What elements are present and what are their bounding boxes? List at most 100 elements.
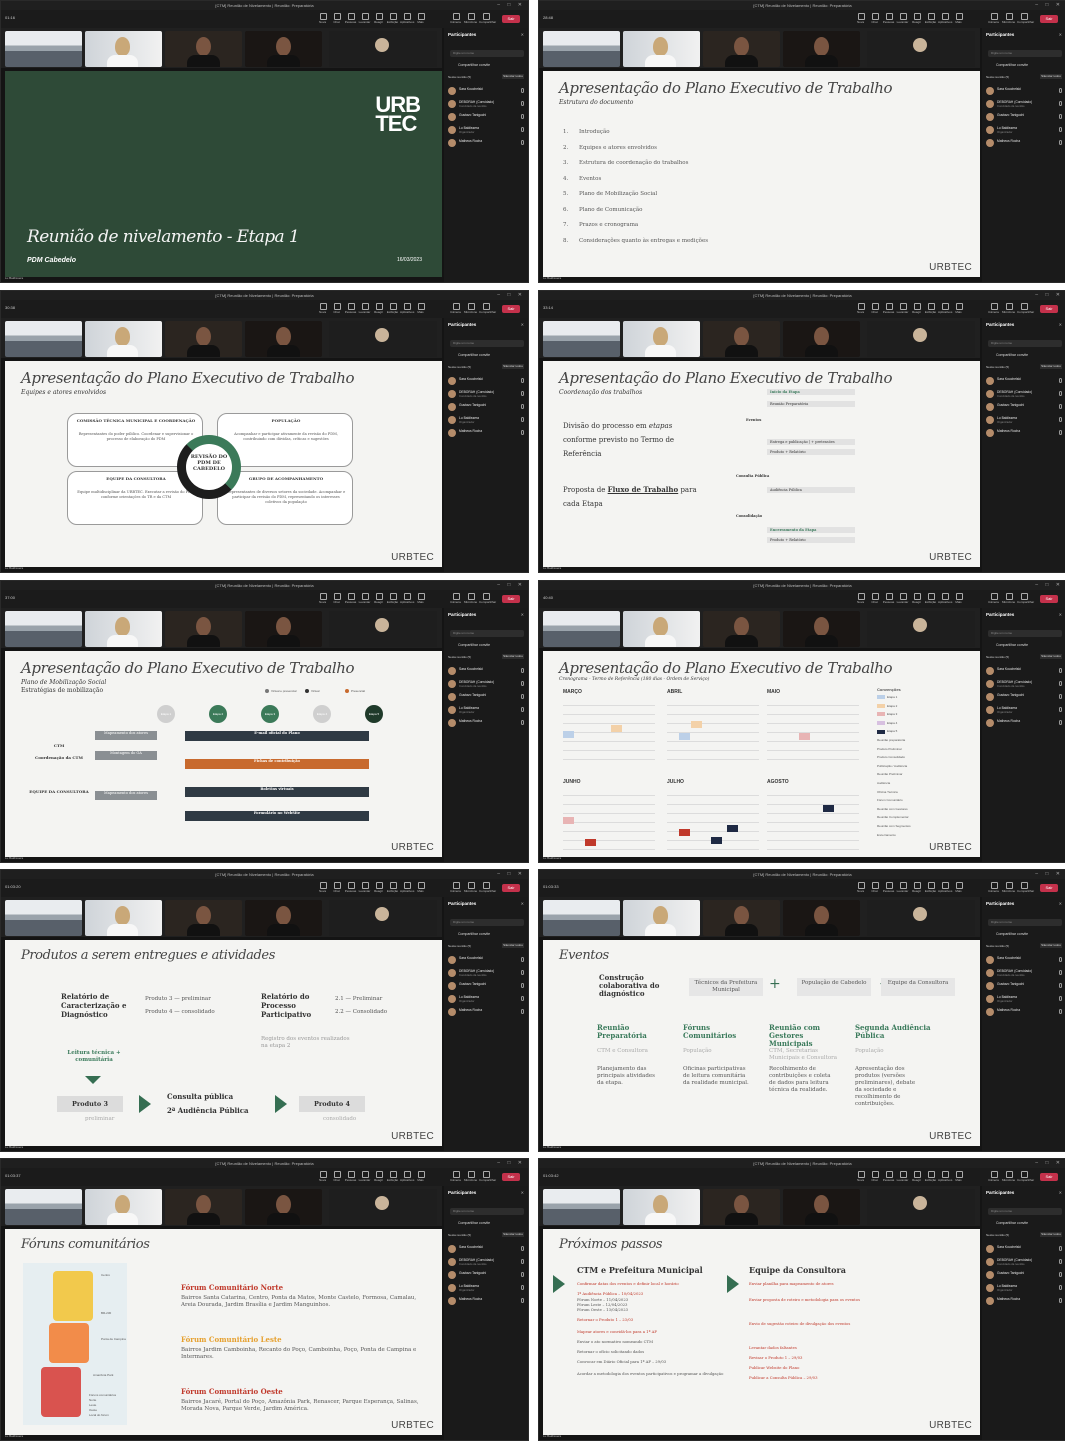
window-controls[interactable]: – □ ✕ bbox=[1035, 291, 1063, 300]
participant-row[interactable]: Gustavo Taniguchi bbox=[448, 692, 528, 703]
toolbar-button[interactable]: Câmera bbox=[987, 1170, 1000, 1184]
toolbar-button[interactable]: Câmera bbox=[449, 592, 462, 606]
toolbar-button[interactable]: Exibição bbox=[386, 1170, 399, 1184]
video-tile[interactable] bbox=[543, 321, 620, 357]
leave-button[interactable]: Sair bbox=[1040, 1173, 1058, 1181]
toolbar-button[interactable]: Compartilhar bbox=[1017, 302, 1034, 316]
mic-icon[interactable] bbox=[521, 983, 524, 988]
video-tile[interactable] bbox=[5, 900, 82, 936]
toolbar-button[interactable]: Pessoas bbox=[882, 1170, 895, 1184]
self-view-tile[interactable] bbox=[329, 1189, 437, 1225]
participant-row[interactable]: Matheus Rocha bbox=[986, 718, 1065, 729]
toolbar-button[interactable]: Mais bbox=[952, 881, 965, 895]
video-tile[interactable] bbox=[783, 900, 860, 936]
toolbar-button[interactable]: Aplicativos bbox=[938, 12, 952, 26]
mic-icon[interactable] bbox=[521, 668, 524, 673]
mic-icon[interactable] bbox=[1059, 1285, 1062, 1290]
participant-row[interactable]: Gustavo Taniguchi bbox=[986, 1270, 1065, 1281]
mic-icon[interactable] bbox=[521, 1298, 524, 1303]
toolbar-button[interactable]: Chat bbox=[330, 302, 343, 316]
toolbar-button[interactable]: Nova janela bbox=[854, 881, 867, 913]
mic-icon[interactable] bbox=[1059, 720, 1062, 725]
toolbar-button[interactable]: Exibição bbox=[386, 12, 399, 26]
search-input[interactable]: Digite um nome bbox=[450, 1208, 524, 1215]
participant-row[interactable]: Sara Kouchelski bbox=[986, 666, 1065, 677]
toolbar-button[interactable]: Nova janela bbox=[854, 12, 867, 44]
toolbar-button[interactable]: Reagir bbox=[372, 592, 385, 606]
mic-icon[interactable] bbox=[521, 88, 524, 93]
participant-row[interactable]: Lu Baldissera Organizador bbox=[448, 994, 528, 1005]
toolbar-button[interactable]: Levantar bbox=[896, 592, 909, 606]
participant-row[interactable]: Gustavo Taniguchi bbox=[448, 402, 528, 413]
toolbar-button[interactable]: Exibição bbox=[924, 1170, 937, 1184]
participant-row[interactable]: Sara Kouchelski bbox=[986, 376, 1065, 387]
participant-row[interactable]: Lu Baldissera Organizador bbox=[986, 705, 1065, 716]
toolbar-button[interactable]: Aplicativos bbox=[938, 592, 952, 606]
mic-icon[interactable] bbox=[521, 720, 524, 725]
video-tile[interactable] bbox=[623, 31, 700, 67]
participant-row[interactable]: DEBORAH (Convidado) Convidado da reunião bbox=[448, 968, 528, 979]
toolbar-button[interactable]: Câmera bbox=[449, 881, 462, 895]
toolbar-button[interactable]: Chat bbox=[868, 12, 881, 26]
window-controls[interactable]: – □ ✕ bbox=[497, 870, 525, 879]
video-tile[interactable] bbox=[5, 321, 82, 357]
video-tile[interactable] bbox=[543, 1189, 620, 1225]
close-icon[interactable]: ✕ bbox=[521, 901, 524, 906]
leave-button[interactable]: Sair bbox=[502, 884, 520, 892]
toolbar-button[interactable]: Mais bbox=[414, 881, 427, 895]
participant-row[interactable]: Gustavo Taniguchi bbox=[986, 402, 1065, 413]
share-invite-button[interactable]: Compartilhar convite bbox=[458, 643, 490, 647]
mic-icon[interactable] bbox=[1059, 996, 1062, 1001]
toolbar-button[interactable]: Compartilhar bbox=[1017, 592, 1034, 606]
video-tile[interactable] bbox=[165, 900, 242, 936]
toolbar-button[interactable]: Chat bbox=[330, 1170, 343, 1184]
mic-icon[interactable] bbox=[1059, 694, 1062, 699]
toolbar-button[interactable]: Nova janela bbox=[854, 1170, 867, 1202]
video-tile[interactable] bbox=[703, 611, 780, 647]
toolbar-button[interactable]: Exibição bbox=[386, 592, 399, 606]
toolbar-button[interactable]: Microfone bbox=[1002, 592, 1015, 606]
mic-icon[interactable] bbox=[1059, 430, 1062, 435]
close-icon[interactable]: ✕ bbox=[1059, 32, 1062, 37]
participant-row[interactable]: Lu Baldissera Organizador bbox=[986, 125, 1065, 136]
mic-icon[interactable] bbox=[1059, 983, 1062, 988]
participant-row[interactable]: Lu Baldissera Organizador bbox=[448, 125, 528, 136]
search-input[interactable]: Digite um nome bbox=[450, 919, 524, 926]
video-tile[interactable] bbox=[165, 31, 242, 67]
mic-icon[interactable] bbox=[521, 1285, 524, 1290]
participant-row[interactable]: DEBORAH (Convidado) Convidado da reunião bbox=[986, 679, 1065, 690]
window-controls[interactable]: – □ ✕ bbox=[1035, 1159, 1063, 1168]
self-view-tile[interactable] bbox=[329, 900, 437, 936]
video-tile[interactable] bbox=[245, 31, 322, 67]
participant-row[interactable]: Matheus Rocha bbox=[986, 138, 1065, 149]
mute-all-button[interactable]: Silenciar todos bbox=[502, 654, 524, 659]
toolbar-button[interactable]: Compartilhar bbox=[479, 592, 496, 606]
window-controls[interactable]: – □ ✕ bbox=[1035, 581, 1063, 590]
toolbar-button[interactable]: Pessoas bbox=[344, 881, 357, 895]
mic-icon[interactable] bbox=[521, 391, 524, 396]
mic-icon[interactable] bbox=[1059, 101, 1062, 106]
leave-button[interactable]: Sair bbox=[502, 1173, 520, 1181]
toolbar-button[interactable]: Pessoas bbox=[344, 302, 357, 316]
mute-all-button[interactable]: Silenciar todos bbox=[1040, 1232, 1062, 1237]
participant-row[interactable]: Matheus Rocha bbox=[986, 1296, 1065, 1307]
toolbar-button[interactable]: Exibição bbox=[924, 881, 937, 895]
self-view-tile[interactable] bbox=[329, 611, 437, 647]
toolbar-button[interactable]: Reagir bbox=[372, 12, 385, 26]
toolbar-button[interactable]: Chat bbox=[330, 881, 343, 895]
toolbar-button[interactable]: Reagir bbox=[372, 302, 385, 316]
toolbar-button[interactable]: Compartilhar bbox=[1017, 881, 1034, 895]
mic-icon[interactable] bbox=[1059, 114, 1062, 119]
toolbar-button[interactable]: Exibição bbox=[924, 12, 937, 26]
mic-icon[interactable] bbox=[521, 127, 524, 132]
participant-row[interactable]: Sara Kouchelski bbox=[986, 1244, 1065, 1255]
toolbar-button[interactable]: Levantar bbox=[358, 302, 371, 316]
mic-icon[interactable] bbox=[1059, 957, 1062, 962]
participant-row[interactable]: Sara Kouchelski bbox=[448, 86, 528, 97]
video-tile[interactable] bbox=[783, 611, 860, 647]
toolbar-button[interactable]: Mais bbox=[952, 1170, 965, 1184]
mic-icon[interactable] bbox=[1059, 970, 1062, 975]
toolbar-button[interactable]: Câmera bbox=[449, 1170, 462, 1184]
mic-icon[interactable] bbox=[521, 1009, 524, 1014]
search-input[interactable]: Digite um nome bbox=[988, 50, 1062, 57]
